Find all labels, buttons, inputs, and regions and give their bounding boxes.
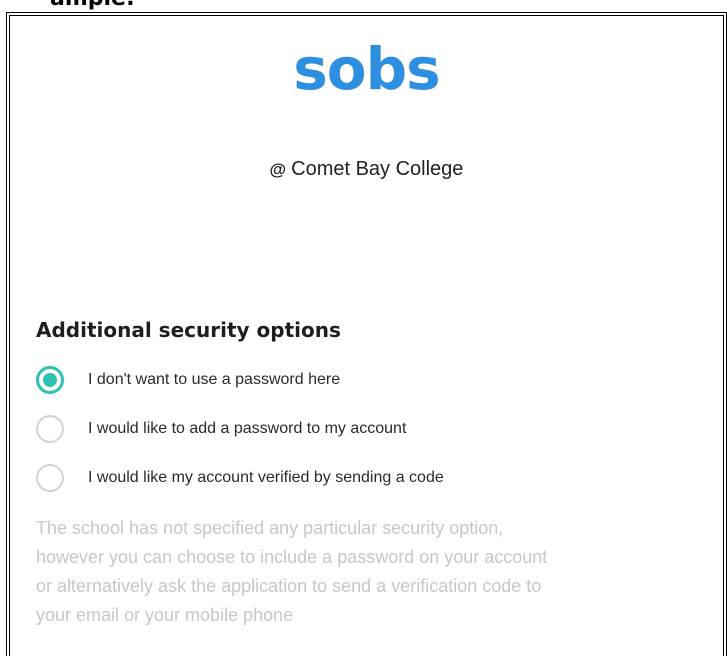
radio-add-password[interactable] <box>36 415 64 443</box>
radio-verify-code[interactable] <box>36 464 64 492</box>
radio-no-password[interactable] <box>36 366 64 394</box>
option-no-password[interactable]: I don't want to use a password here <box>36 364 340 396</box>
option-no-password-label[interactable]: I don't want to use a password here <box>88 371 340 389</box>
help-text-line: however you can choose to include a pass… <box>36 547 548 567</box>
security-options-heading: Additional security options <box>36 318 341 342</box>
school-name: Comet Bay College <box>291 158 464 180</box>
help-text-line: your email or your mobile phone <box>36 605 294 625</box>
help-text-line: or alternatively ask the application to … <box>36 576 542 596</box>
option-add-password-label[interactable]: I would like to add a password to my acc… <box>88 420 406 438</box>
login-panel: sobs @ Comet Bay College Additional secur… <box>6 12 727 656</box>
sobs-logo: sobs <box>293 35 440 103</box>
option-add-password[interactable]: I would like to add a password to my acc… <box>36 413 406 445</box>
option-verify-code[interactable]: I would like my account verified by send… <box>36 462 444 494</box>
at-icon: @ <box>269 160 287 179</box>
option-verify-code-label[interactable]: I would like my account verified by send… <box>88 469 444 487</box>
cropped-heading-fragment: ample: <box>50 0 135 11</box>
school-name-line: @ Comet Bay College <box>10 158 723 181</box>
security-help-text: The school has not specified any particu… <box>36 514 726 630</box>
help-text-line: The school has not specified any particu… <box>36 518 504 538</box>
